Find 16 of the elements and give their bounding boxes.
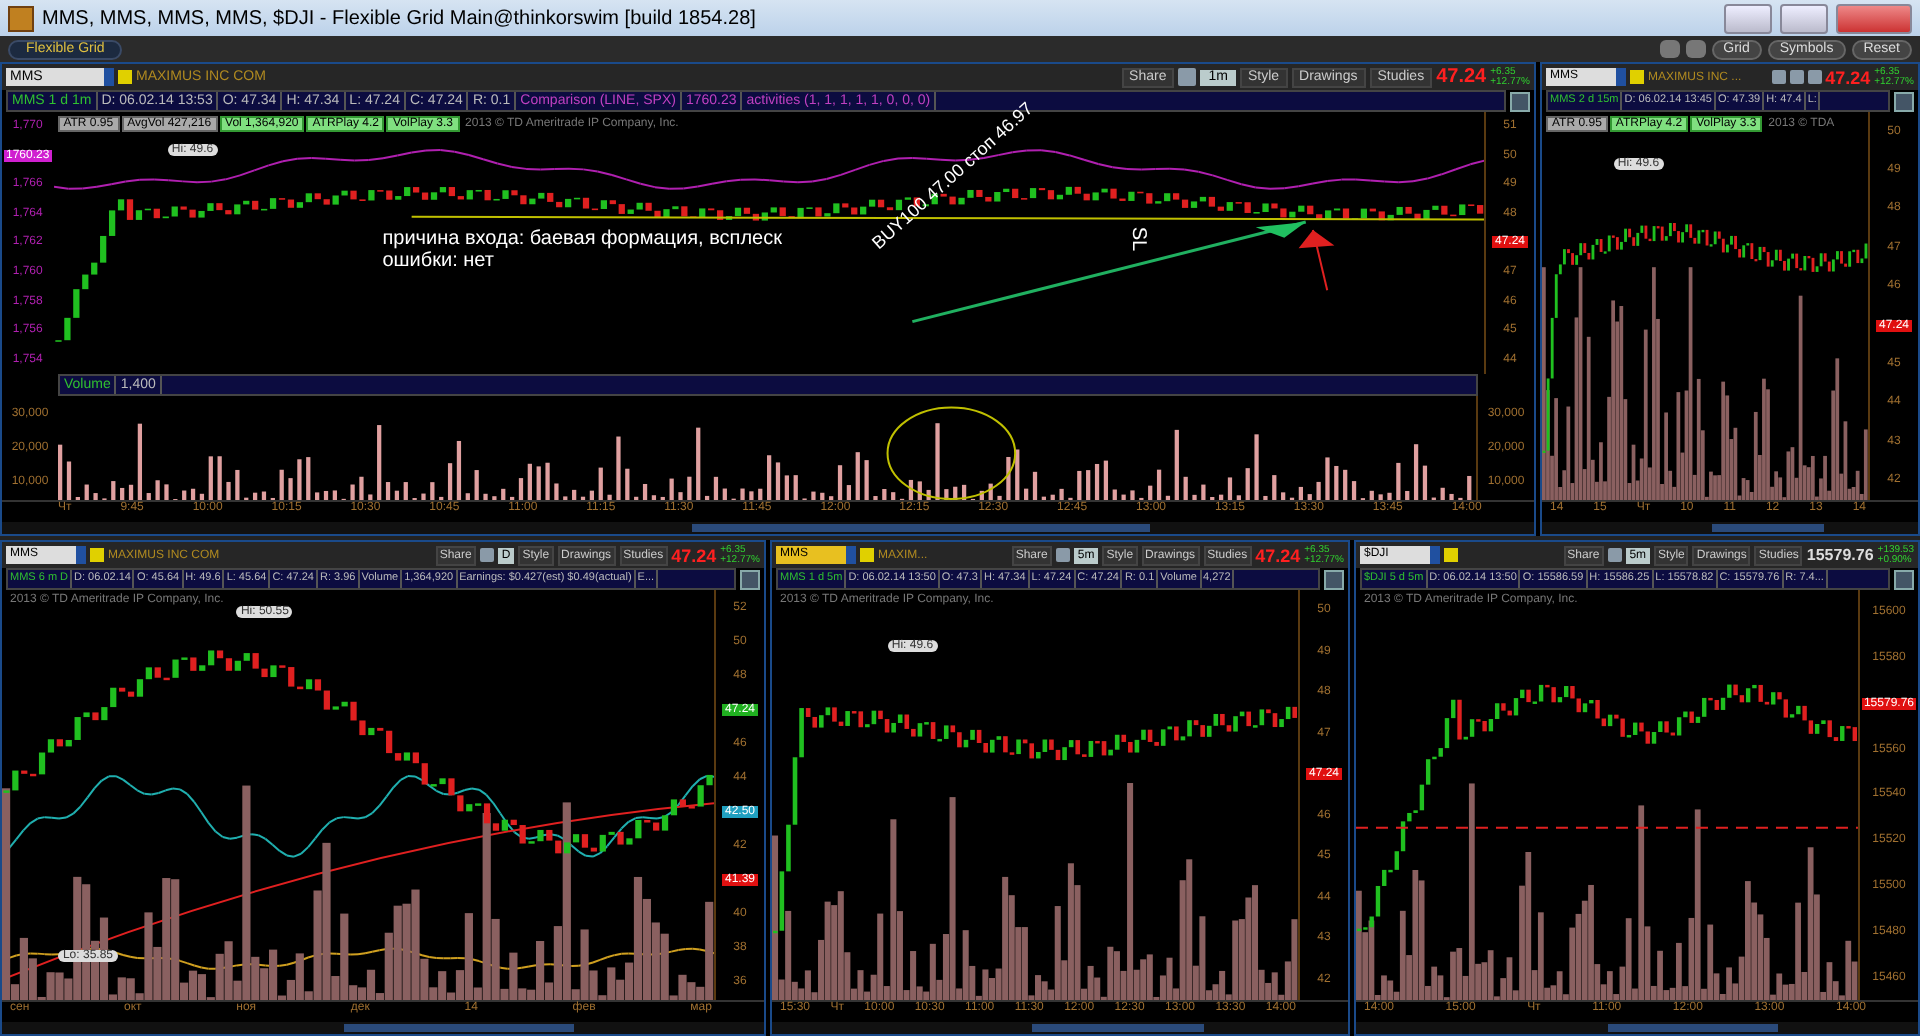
scrollbar-thumb[interactable]	[1031, 1024, 1204, 1032]
scrollbar-thumb[interactable]	[691, 524, 1151, 532]
last-price: 47.24	[1825, 67, 1871, 87]
window-title: MMS, MMS, MMS, MMS, $DJI - Flexible Grid Main@thinkorswim [build 1854.28]	[42, 7, 756, 29]
highlight-circle	[886, 406, 1017, 500]
app-icon	[8, 5, 34, 31]
last-price: 15579.76	[1806, 546, 1874, 564]
last-price: 47.24	[671, 545, 717, 565]
stop-loss-label: SL	[1127, 226, 1150, 251]
sl-arrow	[1298, 228, 1334, 292]
scrollbar-thumb[interactable]	[1608, 1024, 1778, 1032]
last-price: 47.24	[1436, 66, 1487, 88]
scrollbar-thumb[interactable]	[1711, 524, 1824, 532]
scrollbar-thumb[interactable]	[344, 1024, 574, 1032]
last-price: 47.24	[1255, 545, 1301, 565]
annotation-text: причина входа: баевая формация, всплеск ошибки: нет	[382, 227, 784, 272]
